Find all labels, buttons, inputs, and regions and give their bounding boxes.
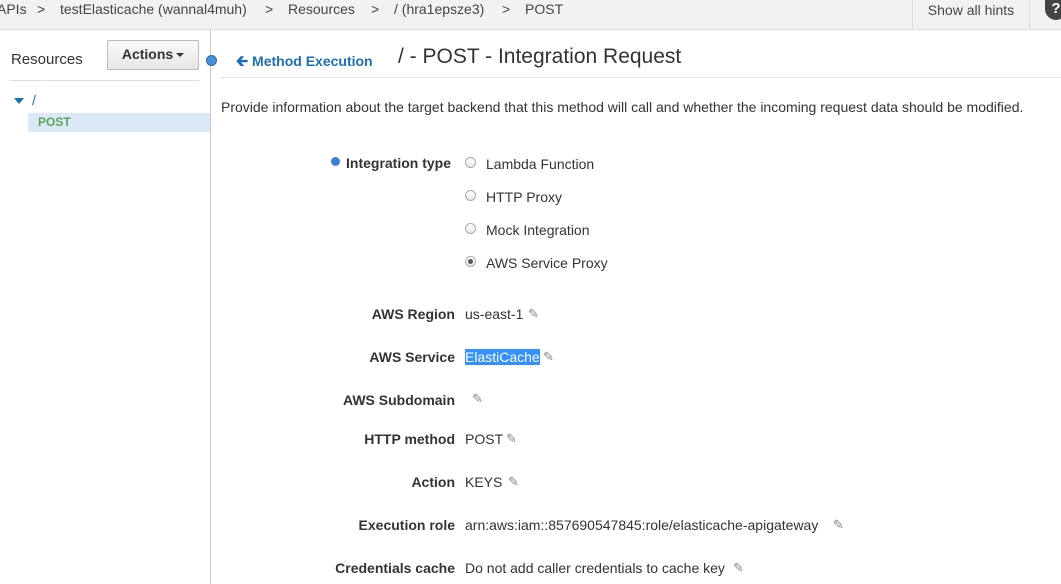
edit-execution-role-pencil-icon[interactable]: ✎ xyxy=(833,517,844,533)
radio-label-http-proxy[interactable]: HTTP Proxy xyxy=(486,189,562,205)
execution-role-label: Execution role xyxy=(358,517,455,533)
tree-item-post[interactable]: POST xyxy=(28,113,210,132)
breadcrumb-resources[interactable]: Resources xyxy=(288,1,355,17)
action-value: KEYS xyxy=(465,474,503,490)
arrow-left-icon: 🡰 xyxy=(236,53,249,70)
method-execution-link[interactable]: 🡰 Method Execution xyxy=(236,51,373,76)
aws-region-value: us-east-1 xyxy=(465,306,524,322)
edit-aws-subdomain-pencil-icon[interactable]: ✎ xyxy=(472,391,483,407)
http-method-label: HTTP method xyxy=(364,431,455,447)
breadcrumb-method: POST xyxy=(525,1,564,17)
radio-label-lambda-function[interactable]: Lambda Function xyxy=(486,156,594,172)
integration-type-label: Integration type xyxy=(346,155,452,171)
radio-label-aws-service-proxy[interactable]: AWS Service Proxy xyxy=(486,255,608,271)
panel-divider xyxy=(10,80,199,81)
method-execution-label: Method Execution xyxy=(252,53,373,69)
title-divider xyxy=(221,77,1061,78)
tree-expand-icon[interactable] xyxy=(14,98,24,104)
aws-service-label: AWS Service xyxy=(369,349,455,365)
breadcrumb-bar: APIs > testElasticache (wannal4muh) > Re… xyxy=(0,0,1061,30)
page-description: Provide information about the target bac… xyxy=(221,99,1024,115)
edit-credentials-cache-pencil-icon[interactable]: ✎ xyxy=(733,560,744,576)
show-all-hints-button[interactable]: Show all hints xyxy=(912,0,1030,29)
breadcrumb-separator: > xyxy=(502,1,511,17)
resources-title: Resources xyxy=(11,51,83,68)
edit-http-method-pencil-icon[interactable]: ✎ xyxy=(506,431,517,447)
edit-aws-service-pencil-icon[interactable]: ✎ xyxy=(543,349,554,365)
aws-region-label: AWS Region xyxy=(371,306,455,322)
breadcrumb-apis[interactable]: APIs xyxy=(0,1,27,17)
tree-item-root[interactable]: / xyxy=(32,92,36,108)
resources-panel: Resources Actions / POST xyxy=(0,30,211,584)
edit-aws-region-pencil-icon[interactable]: ✎ xyxy=(528,306,539,322)
credentials-cache-value: Do not add caller credentials to cache k… xyxy=(465,560,725,576)
breadcrumb-separator: > xyxy=(371,1,380,17)
breadcrumb-separator: > xyxy=(265,1,274,17)
http-method-value: POST xyxy=(465,431,504,447)
panel-resize-handle[interactable] xyxy=(206,55,217,66)
help-icon[interactable]: ? xyxy=(1045,0,1061,20)
page-title: / - POST - Integration Request xyxy=(398,45,682,68)
credentials-cache-label: Credentials cache xyxy=(335,560,455,576)
breadcrumb-api-name[interactable]: testElasticache (wannal4muh) xyxy=(60,1,247,17)
radio-lambda-function[interactable] xyxy=(465,157,476,168)
execution-role-value: arn:aws:iam::857690547845:role/elasticac… xyxy=(465,517,819,533)
breadcrumb-separator: > xyxy=(37,1,46,17)
aws-subdomain-label: AWS Subdomain xyxy=(343,392,455,408)
caret-down-icon xyxy=(176,53,185,58)
aws-service-value: ElastiCache xyxy=(465,349,540,365)
actions-button-label: Actions xyxy=(121,46,174,62)
required-indicator-icon xyxy=(331,157,340,166)
breadcrumb-resource-root[interactable]: / (hra1epsze3) xyxy=(394,1,484,17)
action-label: Action xyxy=(411,474,455,490)
edit-action-pencil-icon[interactable]: ✎ xyxy=(508,474,519,490)
radio-aws-service-proxy[interactable] xyxy=(465,256,476,267)
radio-mock-integration[interactable] xyxy=(465,223,476,234)
radio-http-proxy[interactable] xyxy=(465,190,476,201)
actions-button[interactable]: Actions xyxy=(107,40,199,70)
radio-label-mock-integration[interactable]: Mock Integration xyxy=(486,222,590,238)
